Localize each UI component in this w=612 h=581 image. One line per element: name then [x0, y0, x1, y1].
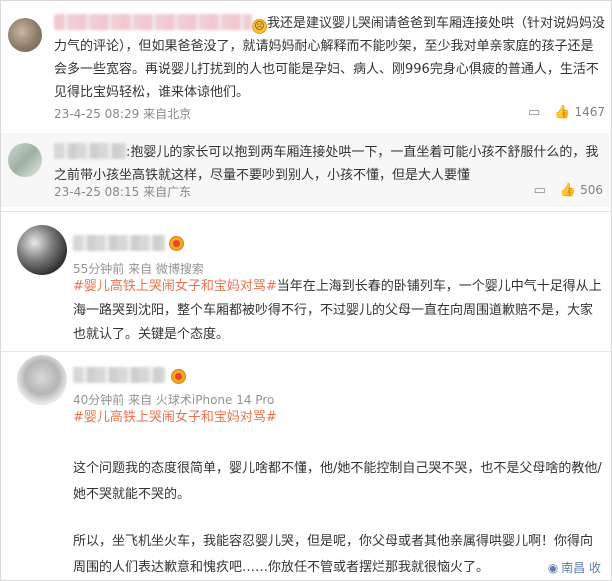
vip-badge-icon: [171, 369, 186, 384]
post-paragraph-1: 这个问题我的态度很简单，婴儿啥都不懂，他/她不能控制自己哭不哭，也不是父母啥的教…: [73, 461, 602, 502]
location-pin-icon: ◉: [547, 560, 559, 575]
divider: [1, 211, 611, 212]
blurred-username[interactable]: [73, 235, 165, 251]
like-button[interactable]: 👍 506: [560, 183, 603, 197]
blurred-username[interactable]: [73, 367, 165, 383]
reply-content: :抱婴儿的家长可以抱到两车厢连接处哄一下，一直坐着可能小孩不舒服什么的，我之前带…: [54, 145, 599, 183]
avatar[interactable]: [8, 18, 42, 52]
comment-icon: ▭: [527, 104, 541, 120]
post-text: #婴儿高铁上哭闹女子和宝妈对骂#当年在上海到长春的卧铺列车，一个婴儿中气十足得从…: [73, 275, 605, 347]
location-tag[interactable]: ◉ 南昌 收: [548, 559, 601, 576]
like-icon: 👍: [554, 104, 571, 120]
divider: [1, 351, 611, 352]
comment-button[interactable]: ▭: [528, 106, 540, 119]
like-count: 506: [580, 183, 603, 197]
post-tag-line: #婴儿高铁上哭闹女子和宝妈对骂#: [73, 406, 605, 430]
hashtag-link[interactable]: #婴儿高铁上哭闹女子和宝妈对骂#: [73, 410, 277, 425]
reply-source: 来自北京: [143, 107, 192, 121]
reply-meta: 23-4-25 08:15 来自广东: [54, 183, 191, 200]
emoji-sad-icon: ☹: [252, 19, 267, 34]
like-icon: 👍: [559, 182, 577, 198]
avatar[interactable]: [8, 143, 42, 177]
avatar[interactable]: [17, 225, 67, 275]
location-text: 南昌 收: [561, 561, 601, 575]
reply-time: 23-4-25 08:29: [54, 107, 140, 121]
reply-text: ☹ 我还是建议婴儿哭闹请爸爸到车厢连接处哄（针对说妈妈没力气的评论），但如果爸爸没…: [54, 12, 606, 104]
post-paragraph-2: 所以，坐飞机坐火车，我能容忍婴儿哭，但是呢，你父母或者其他亲属得哄婴儿啊！你得向…: [73, 534, 594, 575]
reply-actions: ▭ 👍 506: [534, 183, 603, 197]
reply-source: 来自广东: [143, 185, 192, 199]
avatar[interactable]: [17, 355, 67, 405]
comment-button[interactable]: ▭: [534, 184, 546, 197]
reply-item-1: ☹ 我还是建议婴儿哭闹请爸爸到车厢连接处哄（针对说妈妈没力气的评论），但如果爸爸没…: [1, 1, 611, 133]
blurred-username[interactable]: [54, 14, 252, 30]
vip-badge-icon: [169, 236, 184, 251]
reply-time: 23-4-25 08:15: [54, 185, 140, 199]
comment-feed: ☹ 我还是建议婴儿哭闹请爸爸到车厢连接处哄（针对说妈妈没力气的评论），但如果爸爸没…: [0, 0, 612, 581]
like-count: 1467: [574, 105, 605, 119]
reply-meta: 23-4-25 08:29 来自北京: [54, 105, 191, 122]
reply-text: :抱婴儿的家长可以抱到两车厢连接处哄一下，一直坐着可能小孩不舒服什么的，我之前带…: [54, 141, 606, 187]
reply-actions: ▭ 👍 1467: [528, 105, 605, 119]
like-button[interactable]: 👍 1467: [554, 105, 605, 119]
hashtag-link[interactable]: #婴儿高铁上哭闹女子和宝妈对骂#: [73, 279, 277, 294]
comment-icon: ▭: [533, 182, 546, 198]
blurred-username[interactable]: [54, 143, 126, 159]
